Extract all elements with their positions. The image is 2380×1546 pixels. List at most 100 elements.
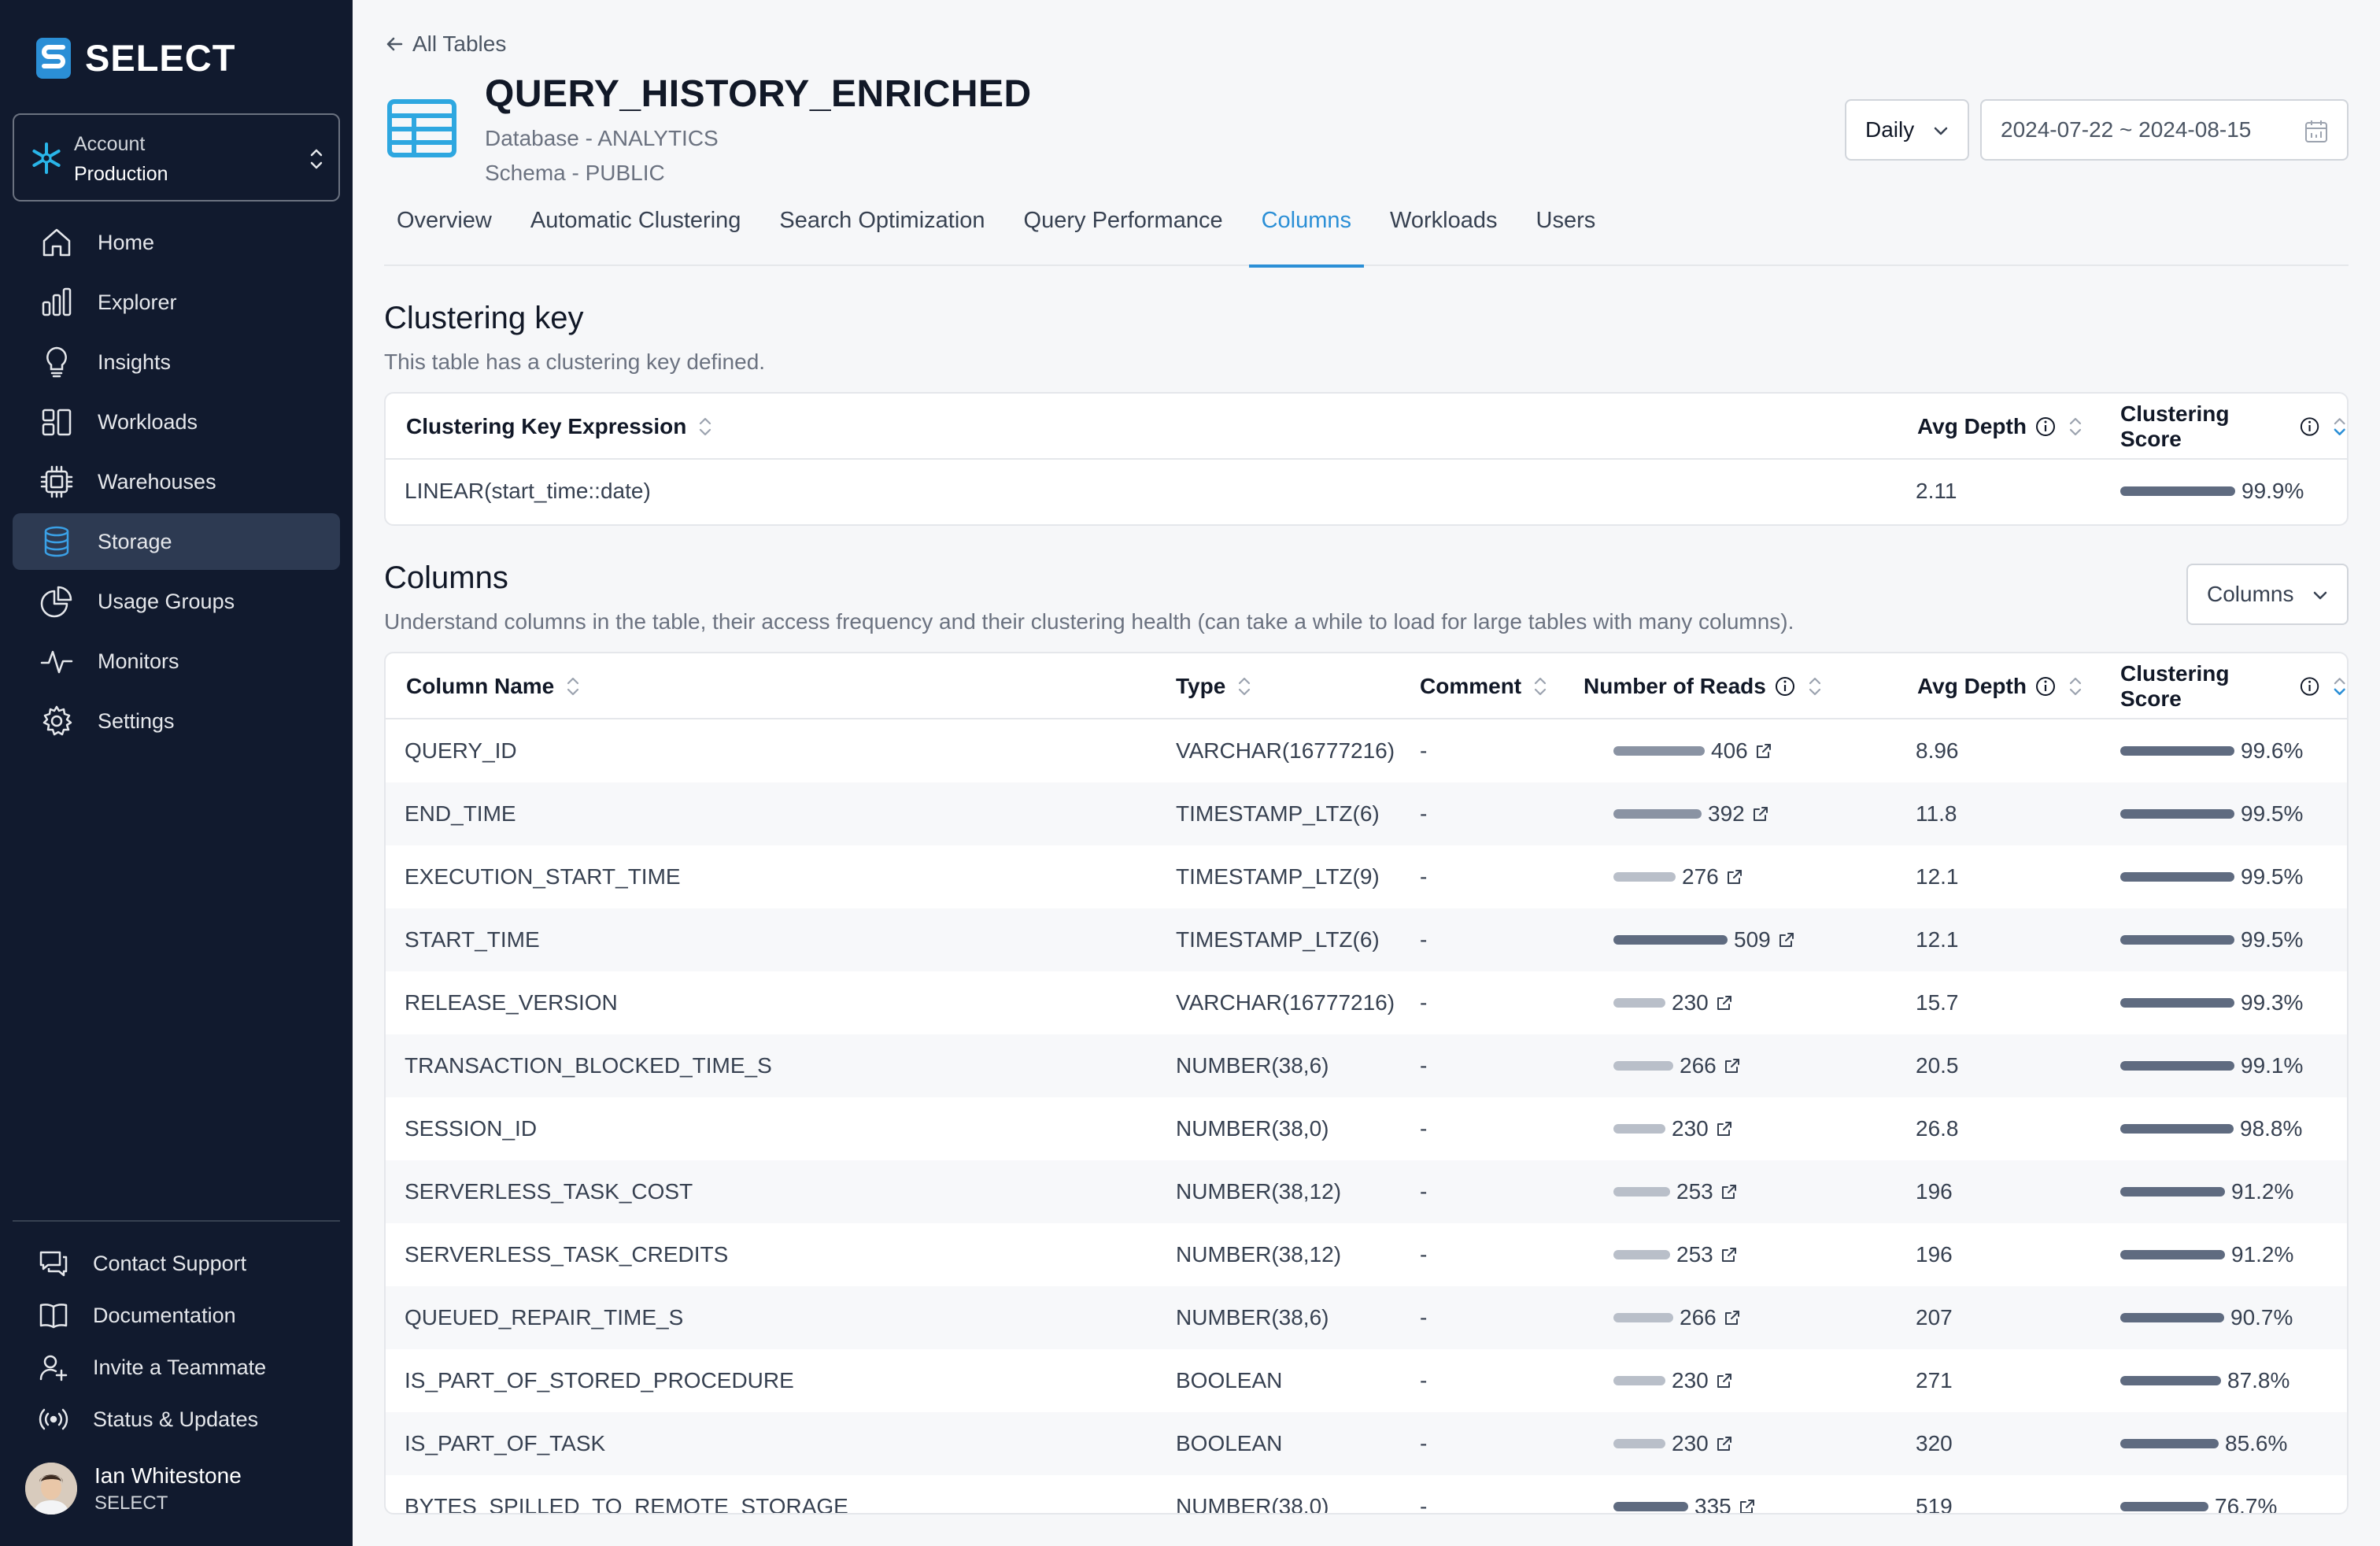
table-row[interactable]: END_TIME TIMESTAMP_LTZ(6) - 392 11.8 99.5% [386, 782, 2347, 845]
external-link-icon[interactable] [1751, 804, 1770, 823]
table-row[interactable]: EXECUTION_START_TIME TIMESTAMP_LTZ(9) - 276… [386, 845, 2347, 908]
external-link-icon[interactable] [1738, 1497, 1757, 1515]
nav-item-workloads[interactable]: Workloads [13, 394, 340, 450]
clustering-key-table: Clustering Key Expression Avg Depth Clus… [384, 392, 2349, 526]
score-value: 99.9% [2241, 479, 2304, 503]
cell-type: BOOLEAN [1176, 1368, 1283, 1393]
cell-clustering-score: 99.1% [2120, 1034, 2303, 1097]
table-row[interactable]: IS_PART_OF_TASK BOOLEAN - 230 320 85.6% [386, 1412, 2347, 1475]
header-clustering-key-expression[interactable]: Clustering Key Expression [406, 394, 713, 460]
header-label: Clustering Score [2120, 661, 2230, 711]
gear-icon [42, 705, 72, 736]
cell-type: NUMBER(38,6) [1176, 1053, 1329, 1078]
clustering-section-title: Clustering key [384, 301, 584, 335]
frequency-select[interactable]: Daily [1845, 99, 1969, 161]
table-row[interactable]: SERVERLESS_TASK_CREDITS NUMBER(38,12) - 253… [386, 1223, 2347, 1286]
back-link[interactable]: All Tables [384, 31, 506, 57]
bottom-nav: Contact Support Documentation Invite a T… [13, 1237, 340, 1445]
nav-item-explorer[interactable]: Explorer [13, 274, 340, 331]
account-selector[interactable]: Account Production [13, 113, 340, 202]
table-row[interactable]: SERVERLESS_TASK_COST NUMBER(38,12) - 253 196… [386, 1160, 2347, 1223]
tab-bar: Overview Automatic Clustering Search Opt… [384, 198, 2349, 268]
header-comment[interactable]: Comment [1420, 653, 1548, 719]
header-number-of-reads[interactable]: Number of Reads [1584, 653, 1823, 719]
cell-column-name: QUERY_ID [405, 738, 517, 763]
nav-item-monitors[interactable]: Monitors [13, 633, 340, 690]
page-title: QUERY_HISTORY_ENRICHED [485, 73, 1032, 115]
reads-value: 230 [1672, 990, 1709, 1015]
clustering-section-description: This table has a clustering key defined. [384, 350, 766, 374]
cell-clustering-score: 99.6% [2120, 719, 2303, 782]
cell-comment: - [1420, 1431, 1428, 1455]
table-row[interactable]: QUERY_ID VARCHAR(16777216) - 406 8.96 99.6% [386, 719, 2347, 782]
user-org: SELECT [94, 1492, 168, 1514]
nav-item-home[interactable]: Home [13, 214, 340, 271]
cell-avg-depth: 519 [1916, 1494, 1953, 1515]
nav-item-warehouses[interactable]: Warehouses [13, 453, 340, 510]
nav-item-settings[interactable]: Settings [13, 693, 340, 749]
tab-workloads[interactable]: Workloads [1377, 198, 1510, 266]
columns-select[interactable]: Columns [2186, 564, 2349, 625]
tab-query-performance[interactable]: Query Performance [1011, 198, 1236, 266]
tab-overview[interactable]: Overview [384, 198, 504, 266]
nav-item-usage-groups[interactable]: Usage Groups [13, 573, 340, 630]
user-profile[interactable]: Ian Whitestone SELECT [25, 1461, 242, 1516]
nav-item-documentation[interactable]: Documentation [13, 1289, 340, 1341]
chat-icon [39, 1251, 68, 1277]
table-row[interactable]: START_TIME TIMESTAMP_LTZ(6) - 509 12.1 99.5% [386, 908, 2347, 971]
reads-bar [1613, 809, 1702, 819]
external-link-icon[interactable] [1715, 1119, 1734, 1138]
tab-users[interactable]: Users [1524, 198, 1609, 266]
cell-type: BOOLEAN [1176, 1431, 1283, 1455]
external-link-icon[interactable] [1777, 930, 1796, 949]
external-link-icon[interactable] [1715, 1434, 1734, 1453]
tab-columns[interactable]: Columns [1248, 198, 1365, 268]
reads-value: 253 [1676, 1242, 1713, 1267]
cell-column-name: SERVERLESS_TASK_COST [405, 1179, 693, 1204]
external-link-icon[interactable] [1723, 1056, 1742, 1075]
header-avg-depth[interactable]: Avg Depth [1917, 394, 2083, 460]
reads-bar [1613, 1439, 1665, 1448]
table-row[interactable]: QUEUED_REPAIR_TIME_S NUMBER(38,6) - 266 207 9… [386, 1286, 2347, 1349]
score-bar [2120, 1187, 2225, 1196]
date-range-picker[interactable]: 2024-07-22 ~ 2024-08-15 [1980, 99, 2349, 161]
header-column-name[interactable]: Column Name [406, 653, 581, 719]
external-link-icon[interactable] [1754, 742, 1773, 760]
table-row[interactable]: RELEASE_VERSION VARCHAR(16777216) - 230 15.7… [386, 971, 2347, 1034]
score-bar [2120, 1502, 2208, 1511]
tab-search-optimization[interactable]: Search Optimization [767, 198, 997, 266]
reads-value: 509 [1734, 927, 1771, 952]
cell-clustering-score: 76.7% [2120, 1475, 2277, 1513]
cell-clustering-score: 99.9% [2120, 460, 2304, 523]
nav-item-insights[interactable]: Insights [13, 334, 340, 390]
nav-item-status-updates[interactable]: Status & Updates [13, 1393, 340, 1445]
score-value: 85.6% [2225, 1431, 2288, 1455]
table-row[interactable]: IS_PART_OF_STORED_PROCEDURE BOOLEAN - 230 27… [386, 1349, 2347, 1412]
reads-bar [1613, 1502, 1688, 1511]
header-clustering-score[interactable]: Clustering Score [2120, 653, 2347, 719]
external-link-icon[interactable] [1720, 1182, 1739, 1201]
main-nav: Home Explorer Insights Workloads Warehou… [13, 214, 340, 753]
external-link-icon[interactable] [1715, 1371, 1734, 1390]
tab-automatic-clustering[interactable]: Automatic Clustering [518, 198, 754, 266]
logo[interactable]: SELECT [36, 36, 235, 80]
nav-item-storage[interactable]: Storage [13, 513, 340, 570]
external-link-icon[interactable] [1723, 1308, 1742, 1327]
external-link-icon[interactable] [1715, 993, 1734, 1012]
nav-item-invite-teammate[interactable]: Invite a Teammate [13, 1341, 340, 1393]
nav-label: Settings [98, 708, 175, 733]
header-type[interactable]: Type [1176, 653, 1252, 719]
external-link-icon[interactable] [1725, 867, 1744, 886]
table-row[interactable]: SESSION_ID NUMBER(38,0) - 230 26.8 98.8% [386, 1097, 2347, 1160]
nav-item-contact-support[interactable]: Contact Support [13, 1237, 340, 1289]
external-link-icon[interactable] [1720, 1245, 1739, 1264]
score-bar [2120, 1124, 2234, 1134]
table-row: LINEAR(start_time::date) 2.11 99.9% [386, 460, 2347, 523]
cell-avg-depth: 320 [1916, 1431, 1953, 1455]
cell-type: NUMBER(38,0) [1176, 1116, 1329, 1141]
table-row[interactable]: TRANSACTION_BLOCKED_TIME_S NUMBER(38,6) - 2… [386, 1034, 2347, 1097]
header-clustering-score[interactable]: Clustering Score [2120, 394, 2347, 460]
table-row[interactable]: BYTES_SPILLED_TO_REMOTE_STORAGE NUMBER(38… [386, 1475, 2347, 1515]
header-avg-depth[interactable]: Avg Depth [1917, 653, 2083, 719]
info-icon [2035, 677, 2055, 696]
